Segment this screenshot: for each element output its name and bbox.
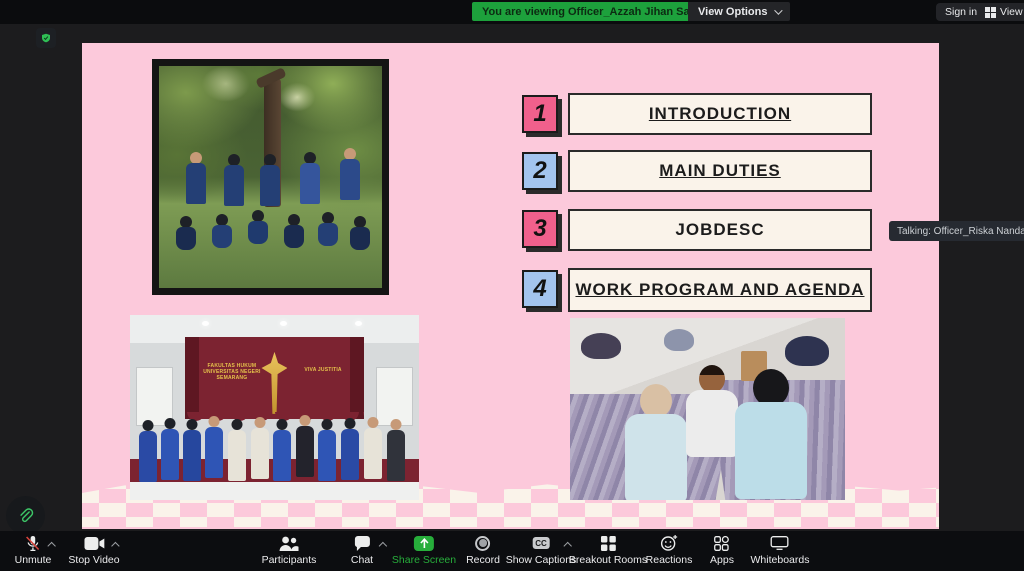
whiteboard-icon <box>771 536 789 550</box>
breakout-rooms-button[interactable]: Breakout Rooms <box>569 534 647 566</box>
menu-number-4: 4 <box>522 270 558 308</box>
person-figure <box>735 369 807 499</box>
video-camera-icon <box>84 537 104 550</box>
reactions-smiley-icon <box>660 535 677 551</box>
chat-button[interactable]: Chat <box>351 534 373 566</box>
menu-item-main-duties: MAIN DUTIES <box>568 150 872 192</box>
group-photo-floor-casual <box>570 318 845 500</box>
person-figure <box>295 415 315 477</box>
security-shield-button[interactable] <box>36 28 56 48</box>
gallery-view-icon <box>985 7 996 18</box>
attachment-button[interactable] <box>6 496 45 535</box>
person-figure <box>160 418 180 480</box>
share-screen-icon <box>414 536 434 551</box>
menu-item-introduction: INTRODUCTION <box>568 93 872 135</box>
group-photo-outdoor-framed <box>152 59 389 295</box>
person-figure <box>299 152 321 204</box>
person-figure <box>182 419 202 481</box>
talking-indicator-tooltip: Talking: Officer_Riska Nanda <box>889 221 1024 241</box>
person-figure <box>185 152 207 204</box>
person-figure <box>686 365 738 457</box>
share-screen-button[interactable]: Share Screen <box>392 534 456 566</box>
apps-button[interactable]: Apps <box>710 534 734 566</box>
reactions-button[interactable]: Reactions <box>646 534 693 566</box>
menu-number-1: 1 <box>522 95 558 133</box>
shared-presentation-slide: 1 INTRODUCTION 2 MAIN DUTIES 3 JOBDESC 4… <box>82 43 939 529</box>
person-figure <box>283 214 305 248</box>
record-button[interactable]: Record <box>466 534 500 566</box>
menu-number-2: 2 <box>522 152 558 190</box>
person-figure <box>363 417 383 479</box>
participants-button[interactable]: Participants <box>262 534 317 566</box>
chevron-down-icon <box>775 6 783 14</box>
person-figure <box>175 216 197 250</box>
chevron-up-icon[interactable] <box>48 542 56 550</box>
apps-icon <box>715 536 730 551</box>
person-figure <box>340 418 360 480</box>
person-figure <box>625 384 687 500</box>
chat-bubble-icon <box>354 536 371 551</box>
person-figure <box>259 154 281 206</box>
zoom-meeting-window: You are viewing Officer_Azzah Jihan Saji… <box>0 0 1024 571</box>
person-figure <box>211 214 233 248</box>
meeting-control-toolbar: Unmute Stop Video Participa <box>0 531 1024 571</box>
menu-item-jobdesc: JOBDESC <box>568 209 872 251</box>
chevron-up-icon[interactable] <box>111 542 119 550</box>
person-figure <box>349 216 371 250</box>
record-icon <box>475 536 490 551</box>
view-options-button[interactable]: View Options <box>688 2 790 21</box>
person-figure <box>138 420 158 482</box>
stage-curtain: FAKULTAS HUKUM UNIVERSITAS NEGERI SEMARA… <box>185 337 364 418</box>
stage-banner-left: FAKULTAS HUKUM UNIVERSITAS NEGERI SEMARA… <box>197 363 267 381</box>
closed-captions-icon: CC <box>532 537 550 549</box>
justice-statue <box>261 352 287 414</box>
view-layout-button[interactable]: View <box>977 3 1024 21</box>
person-figure <box>317 212 339 246</box>
menu-number-3: 3 <box>522 210 558 248</box>
person-figure <box>247 210 269 244</box>
menu-item-work-program: WORK PROGRAM AND AGENDA <box>568 268 872 312</box>
person-figure <box>339 148 361 200</box>
person-figure <box>250 417 270 479</box>
breakout-rooms-icon <box>600 536 615 551</box>
person-figure <box>317 419 337 481</box>
paperclip-icon <box>17 507 35 525</box>
microphone-muted-icon <box>25 535 41 552</box>
security-shield-icon <box>42 31 50 45</box>
whiteboards-button[interactable]: Whiteboards <box>751 534 810 566</box>
stop-video-button[interactable]: Stop Video <box>68 534 119 566</box>
group-photo-auditorium: FAKULTAS HUKUM UNIVERSITAS NEGERI SEMARA… <box>130 315 419 500</box>
stage-banner-right: VIVA JUSTITIA <box>288 367 358 373</box>
unmute-button[interactable]: Unmute <box>15 534 52 566</box>
person-figure <box>272 419 292 481</box>
show-captions-button[interactable]: CC Show Captions <box>506 534 577 566</box>
participants-icon <box>279 536 299 551</box>
meeting-top-bar: You are viewing Officer_Azzah Jihan Saji… <box>0 0 1024 24</box>
person-figure <box>227 419 247 481</box>
person-figure <box>204 416 224 478</box>
chevron-up-icon[interactable] <box>378 542 386 550</box>
person-figure <box>386 419 406 481</box>
person-figure <box>223 154 245 206</box>
